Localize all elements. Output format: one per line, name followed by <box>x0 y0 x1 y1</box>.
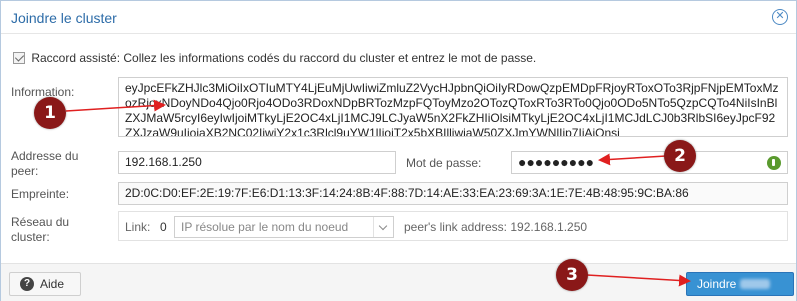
redacted-cluster-name <box>739 279 770 289</box>
password-strength-icon <box>767 156 781 170</box>
cluster-network-box: Link: 0 IP résolue par le nom du noeud p… <box>118 211 788 241</box>
password-input[interactable]: ●●●●●●●●● <box>511 151 788 174</box>
dialog-titlebar: Joindre le cluster ✕ <box>1 1 796 34</box>
peer-link-address: peer's link address: 192.168.1.250 <box>404 220 588 234</box>
help-icon: ? <box>20 277 34 291</box>
peer-address-input[interactable]: 192.168.1.250 <box>118 151 396 174</box>
help-label: Aide <box>40 277 65 291</box>
annotation-marker-1: 1 <box>34 97 66 129</box>
dialog-title: Joindre le cluster <box>11 10 117 26</box>
link-select-value: IP résolue par le nom du noeud <box>181 220 349 234</box>
link-label: Link: <box>125 220 151 234</box>
dialog-footer: ? Aide Joindre <box>1 263 796 301</box>
assisted-join-row[interactable]: Raccord assisté: Collez les informations… <box>13 51 536 65</box>
fingerprint-field: 2D:0C:D0:EF:2E:19:7F:E6:D1:13:3F:14:24:8… <box>118 182 788 205</box>
annotation-marker-3: 3 <box>556 259 588 291</box>
fingerprint-label: Empreinte: <box>11 187 70 201</box>
chevron-down-icon[interactable] <box>373 217 393 237</box>
information-textarea[interactable]: eyJpcEFkZHJlc3MiOiIxOTIuMTY4LjEuMjUwIiwi… <box>118 77 788 137</box>
join-button[interactable]: Joindre <box>686 272 794 296</box>
peer-address-label: Addresse du peer: <box>11 149 79 178</box>
link-address-select[interactable]: IP résolue par le nom du noeud <box>174 216 394 238</box>
password-label: Mot de passe: <box>406 156 482 170</box>
join-label: Joindre <box>697 277 737 291</box>
assisted-join-label: Raccord assisté: Collez les informations… <box>31 51 537 65</box>
close-icon[interactable]: ✕ <box>772 9 788 25</box>
help-button[interactable]: ? Aide <box>9 272 81 296</box>
password-value: ●●●●●●●●● <box>518 154 595 170</box>
cluster-network-label: Réseau du cluster: <box>11 215 70 244</box>
annotation-marker-2: 2 <box>664 140 696 172</box>
link-number: 0 <box>160 220 167 234</box>
assisted-join-checkbox[interactable] <box>13 52 25 64</box>
